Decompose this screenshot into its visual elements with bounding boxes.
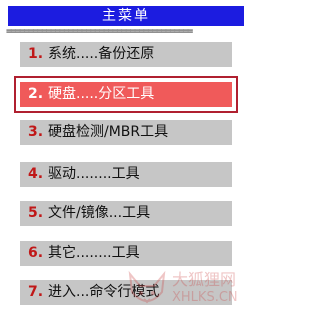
menu-item-disk-check-mbr-tool[interactable]: 3. 硬盘检测/MBR工具: [20, 120, 232, 145]
separator-line: ========================================…: [6, 27, 193, 37]
menu-item-label: 系统.....备份还原: [48, 46, 155, 62]
menu-item-number: 4.: [28, 166, 44, 182]
menu-item-number: 5.: [28, 205, 44, 221]
menu-item-number: 7.: [28, 284, 44, 300]
menu-item-label: 硬盘检测/MBR工具: [48, 124, 169, 140]
menu-item-system-backup-restore[interactable]: 1. 系统.....备份还原: [20, 42, 232, 67]
fox-logo-icon: [128, 270, 166, 304]
watermark-url: XHLKS.CN: [172, 290, 238, 305]
menu-item-label: 硬盘.....分区工具: [48, 86, 155, 102]
main-menu-title: 主菜单: [8, 6, 244, 26]
menu-item-number: 6.: [28, 245, 44, 261]
menu-item-file-image-tools[interactable]: 5. 文件/镜像...工具: [20, 201, 232, 226]
menu-item-label: 其它........工具: [48, 245, 140, 261]
menu-item-number: 2.: [28, 86, 44, 102]
menu-item-driver-tools[interactable]: 4. 驱动........工具: [20, 162, 232, 187]
menu-item-label: 文件/镜像...工具: [48, 205, 151, 221]
menu-item-number: 3.: [28, 124, 44, 140]
watermark-site-name: 大狐狸网: [172, 270, 237, 289]
menu-item-label: 驱动........工具: [48, 166, 140, 182]
watermark: 大狐狸网 XHLKS.CN: [124, 262, 250, 318]
menu-item-disk-partition-tool[interactable]: 2. 硬盘.....分区工具: [20, 82, 232, 107]
menu-item-number: 1.: [28, 46, 44, 62]
